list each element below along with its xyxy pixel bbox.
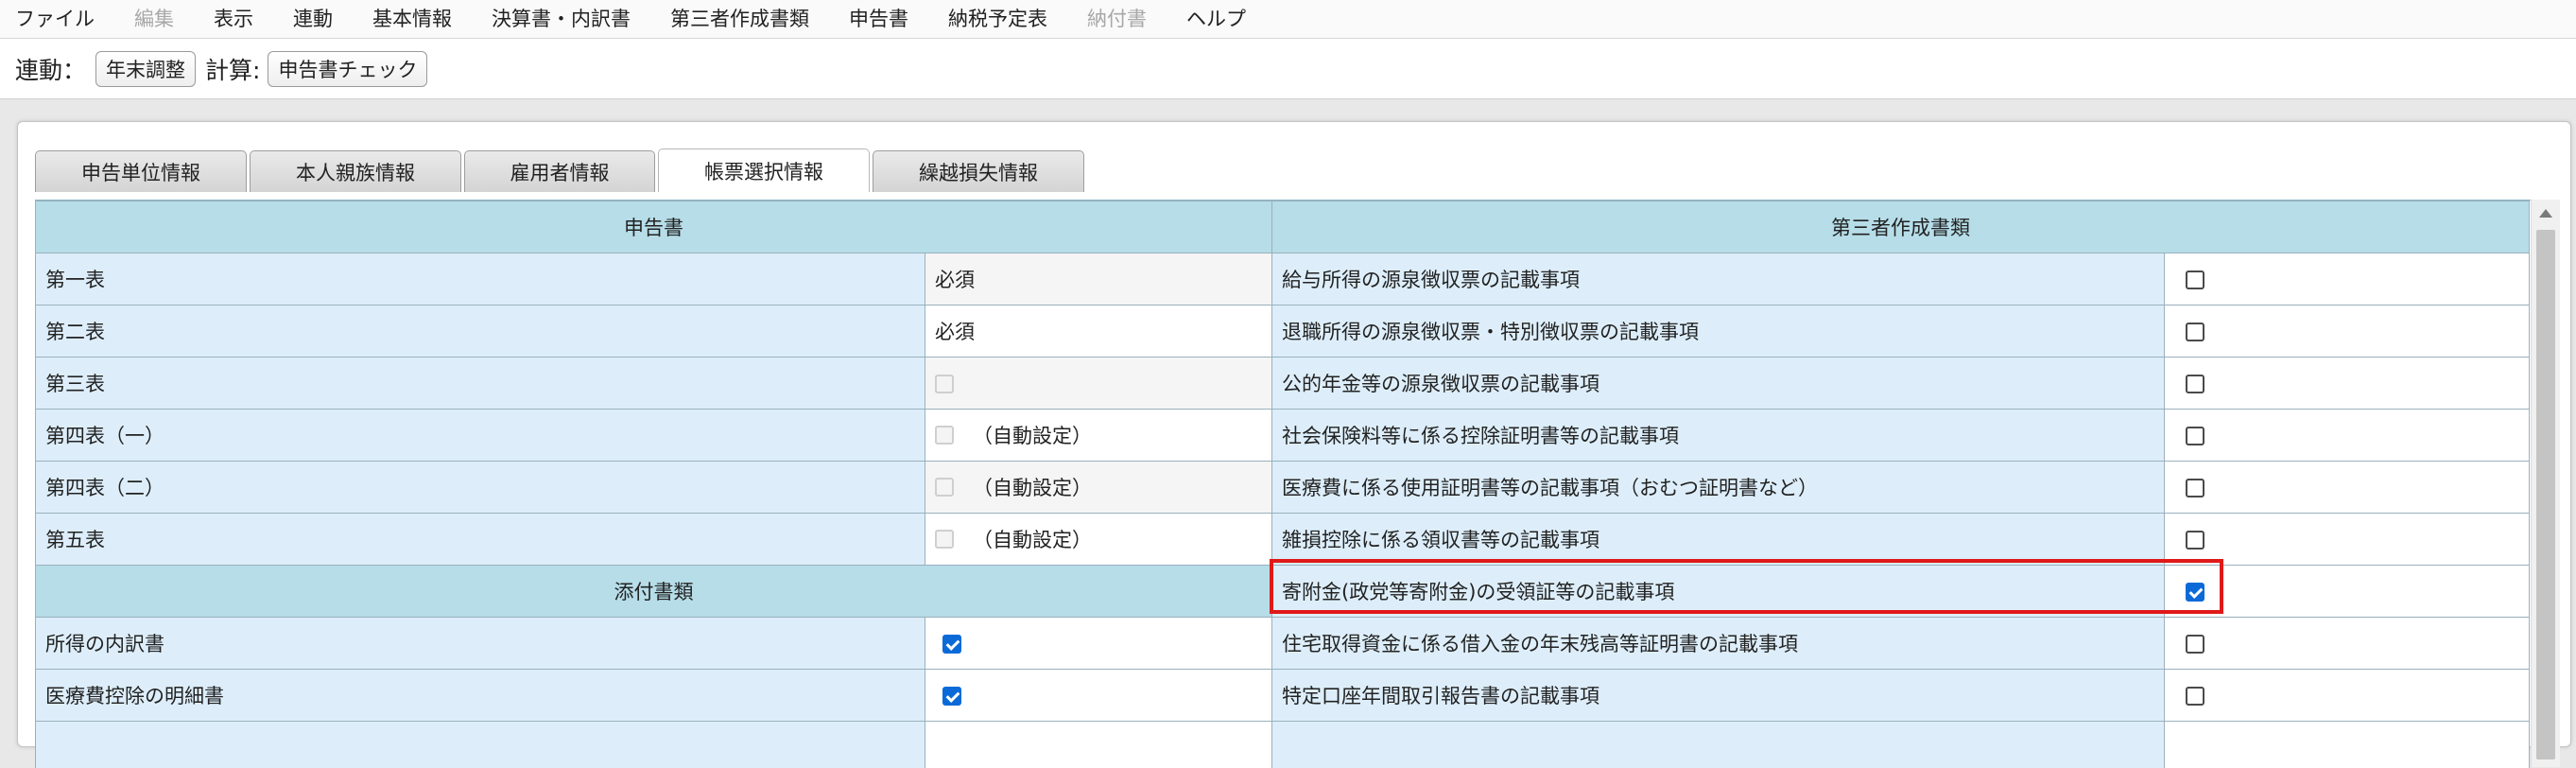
table-row: 医療費控除の明細書 特定口座年間取引報告書の記載事項 (36, 670, 2530, 722)
third-party-label: 特定口座年間取引報告書の記載事項 (1272, 670, 2165, 722)
table-row: 第二表 必須 退職所得の源泉徴収票・特別徴収票の記載事項 (36, 305, 2530, 358)
table-row: 第四表（二） （自動設定） 医療費に係る使用証明書等の記載事項（おむつ証明書など… (36, 462, 2530, 514)
form-selection-panel: 申告単位情報 本人親族情報 雇用者情報 帳票選択情報 繰越損失情報 申告書 第三… (17, 121, 2571, 747)
disabled-checkbox (935, 375, 954, 393)
tab-family-info[interactable]: 本人親族情報 (250, 150, 461, 192)
tab-filing-unit-info[interactable]: 申告単位情報 (35, 150, 247, 192)
menu-edit: 編集 (114, 0, 194, 38)
donation-receipt-checkbox[interactable] (2186, 583, 2204, 602)
vertical-scrollbar[interactable] (2531, 200, 2560, 767)
scroll-up-arrow-icon[interactable] (2539, 209, 2552, 218)
third-party-label: 雑損控除に係る領収書等の記載事項 (1272, 514, 2165, 566)
calc-label: 計算: (205, 52, 260, 86)
menu-tax-schedule[interactable]: 納税予定表 (928, 0, 1067, 38)
menu-basic-info[interactable]: 基本情報 (353, 0, 472, 38)
third-party-checkbox[interactable] (2186, 271, 2204, 289)
disabled-checkbox (935, 478, 954, 497)
form-selection-grid: 申告書 第三者作成書類 第一表 必須 給与所得の源泉徴収票の記載事項 第二表 必… (35, 200, 2531, 768)
tab-form-selection[interactable]: 帳票選択情報 (658, 148, 870, 192)
return-label: 第二表 (36, 305, 925, 358)
menu-bar: ファイル 編集 表示 連動 基本情報 決算書・内訳書 第三者作成書類 申告書 納… (0, 0, 2576, 39)
third-party-checkbox[interactable] (2186, 427, 2204, 445)
table-row: 第三表 公的年金等の源泉徴収票の記載事項 (36, 358, 2530, 410)
return-label: 第一表 (36, 253, 925, 305)
third-party-checkbox[interactable] (2186, 375, 2204, 393)
auto-setting-text: （自動設定） (973, 425, 1092, 447)
menu-payment-slip: 納付書 (1067, 0, 1167, 38)
third-party-label: 寄附金(政党等寄附金)の受領証等の記載事項 (1272, 566, 2165, 618)
return-check-button[interactable]: 申告書チェック (268, 51, 427, 87)
third-party-label: 退職所得の源泉徴収票・特別徴収票の記載事項 (1272, 305, 2165, 358)
disabled-checkbox (935, 426, 954, 445)
attachment-checkbox[interactable] (942, 635, 961, 654)
menu-view[interactable]: 表示 (194, 0, 273, 38)
tax-return-header: 申告書 (36, 201, 1272, 253)
menu-financial-statements[interactable]: 決算書・内訳書 (472, 0, 650, 38)
table-row: 第四表（一） （自動設定） 社会保険料等に係る控除証明書等の記載事項 (36, 410, 2530, 462)
attachment-checkbox[interactable] (942, 687, 961, 706)
table-row: 第五表 （自動設定） 雑損控除に係る領収書等の記載事項 (36, 514, 2530, 566)
return-label: 第五表 (36, 514, 925, 566)
disabled-checkbox (935, 530, 954, 549)
return-label: 第三表 (36, 358, 925, 410)
third-party-docs-header: 第三者作成書類 (1272, 201, 2530, 253)
menu-third-party-docs[interactable]: 第三者作成書類 (650, 0, 829, 38)
third-party-label: 医療費に係る使用証明書等の記載事項（おむつ証明書など） (1272, 462, 2165, 514)
tab-strip: 申告単位情報 本人親族情報 雇用者情報 帳票選択情報 繰越損失情報 (35, 150, 1087, 192)
attachment-label: 所得の内訳書 (36, 618, 925, 670)
link-label: 連動： (15, 52, 86, 86)
attachments-header: 添付書類 (36, 566, 1272, 618)
attachment-label: 医療費控除の明細書 (36, 670, 925, 722)
table-row: 所得の内訳書 住宅取得資金に係る借入金の年末残高等証明書の記載事項 (36, 618, 2530, 670)
third-party-label: 公的年金等の源泉徴収票の記載事項 (1272, 358, 2165, 410)
third-party-checkbox[interactable] (2186, 635, 2204, 654)
auto-setting-text: （自動設定） (973, 477, 1092, 499)
third-party-checkbox[interactable] (2186, 531, 2204, 550)
third-party-label: 住宅取得資金に係る借入金の年末残高等証明書の記載事項 (1272, 618, 2165, 670)
menu-file[interactable]: ファイル (0, 0, 114, 38)
third-party-label: 社会保険料等に係る控除証明書等の記載事項 (1272, 410, 2165, 462)
required-text: 必須 (925, 305, 1272, 358)
table-row: 第一表 必須 給与所得の源泉徴収票の記載事項 (36, 253, 2530, 305)
third-party-checkbox[interactable] (2186, 687, 2204, 706)
table-row (36, 722, 2530, 768)
tab-loss-carryforward[interactable]: 繰越損失情報 (873, 150, 1084, 192)
return-label: 第四表（一） (36, 410, 925, 462)
third-party-label: 給与所得の源泉徴収票の記載事項 (1272, 253, 2165, 305)
third-party-checkbox[interactable] (2186, 479, 2204, 497)
required-text: 必須 (925, 253, 1272, 305)
scroll-thumb[interactable] (2536, 230, 2555, 759)
table-row: 添付書類 寄附金(政党等寄附金)の受領証等の記載事項 (36, 566, 2530, 618)
third-party-checkbox[interactable] (2186, 323, 2204, 341)
auto-setting-text: （自動設定） (973, 529, 1092, 551)
toolbar: 連動： 年末調整 計算: 申告書チェック (0, 39, 2576, 99)
menu-link[interactable]: 連動 (273, 0, 353, 38)
menu-help[interactable]: ヘルプ (1167, 0, 1266, 38)
menu-tax-return[interactable]: 申告書 (829, 0, 928, 38)
header-row: 申告書 第三者作成書類 (36, 201, 2530, 253)
tab-employer-info[interactable]: 雇用者情報 (464, 150, 655, 192)
year-end-adjustment-button[interactable]: 年末調整 (95, 51, 196, 87)
return-label: 第四表（二） (36, 462, 925, 514)
